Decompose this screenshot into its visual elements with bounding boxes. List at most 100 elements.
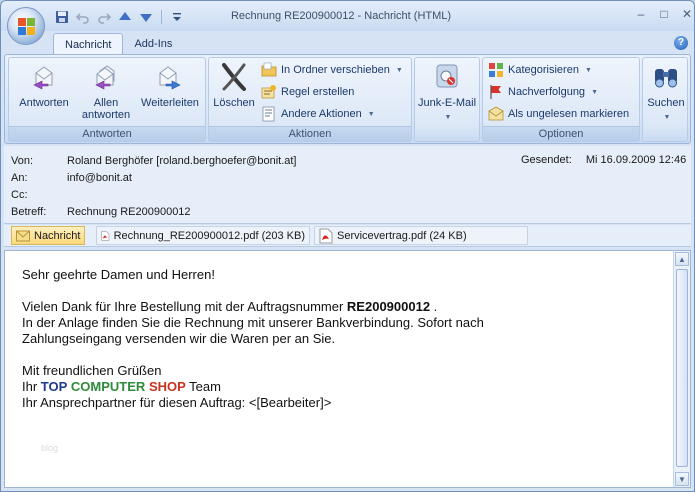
maximize-button[interactable]: □: [654, 7, 674, 21]
categorize-button[interactable]: Kategorisieren ▼: [488, 60, 592, 80]
attachment-item[interactable]: Rechnung_RE200900012.pdf (203 KB): [96, 226, 310, 245]
vertical-scrollbar[interactable]: ▲ ▼: [673, 251, 690, 487]
contact-line: Ihr Ansprechpartner für diesen Auftrag: …: [22, 395, 332, 410]
group-antworten: Antworten Allen antworten Weiterleiten A…: [8, 57, 206, 142]
flag-icon: [490, 85, 501, 99]
chevron-down-icon: ▼: [663, 114, 671, 121]
create-rule-label: Regel erstellen: [281, 86, 355, 98]
pdf-file-icon: [319, 228, 333, 243]
chevron-down-icon: ▼: [395, 66, 403, 74]
to-value[interactable]: info@bonit.at: [67, 172, 132, 184]
close-button[interactable]: ✕: [677, 7, 694, 21]
message-tab-label: Nachricht: [34, 229, 81, 242]
delete-button[interactable]: Löschen: [212, 61, 256, 109]
envelope-icon: [16, 230, 30, 241]
find-button[interactable]: Suchen ▼: [644, 61, 688, 124]
attachment-name: Servicevertrag.pdf (24 KB): [337, 229, 467, 242]
group-label-aktionen: Aktionen: [209, 126, 411, 141]
subject-label: Betreff:: [11, 206, 47, 218]
brand-shop: SHOP: [148, 379, 186, 394]
junk-email-button[interactable]: Junk-E-Mail ▼: [417, 61, 477, 124]
message-text: Sehr geehrte Damen und Herren! Vielen Da…: [22, 267, 484, 411]
reply-all-icon: [95, 65, 115, 90]
order-number: RE200900012: [346, 299, 431, 314]
junk-email-icon: [436, 64, 458, 88]
to-row: An: info@bonit.at: [11, 170, 132, 186]
previous-icon[interactable]: [116, 9, 134, 25]
message-tab[interactable]: Nachricht: [11, 226, 86, 245]
categorize-label: Kategorisieren: [508, 64, 579, 76]
cc-label: Cc:: [11, 189, 28, 201]
scroll-down-icon[interactable]: ▼: [675, 472, 689, 486]
subject-row: Betreff: Rechnung RE200900012: [11, 204, 191, 220]
reply-all-label-line1: Allen: [93, 97, 119, 109]
mark-unread-icon: [488, 106, 504, 121]
tab-add-ins[interactable]: Add-Ins: [123, 33, 183, 55]
group-label-antworten: Antworten: [9, 126, 205, 141]
title-bar: Rechnung RE200900012 - Nachricht (HTML) …: [1, 1, 694, 31]
forward-button[interactable]: Weiterleiten: [137, 61, 203, 109]
tab-nachricht[interactable]: Nachricht: [53, 33, 124, 55]
rule-icon: [261, 85, 276, 99]
next-icon[interactable]: [137, 9, 155, 25]
move-to-folder-label: In Ordner verschieben: [281, 64, 390, 76]
move-to-folder-button[interactable]: In Ordner verschieben ▼: [261, 60, 403, 80]
cc-row: Cc:: [11, 187, 67, 203]
office-logo-icon: [18, 18, 36, 36]
other-actions-label: Andere Aktionen: [281, 108, 362, 120]
sent-label: Gesendet:: [521, 154, 572, 166]
team-suffix: Team: [185, 379, 221, 394]
help-icon[interactable]: ?: [674, 36, 688, 50]
redo-icon[interactable]: [95, 9, 113, 25]
message-header: Von: Roland Berghöfer [roland.berghoefer@…: [4, 146, 691, 224]
scroll-thumb[interactable]: [676, 269, 688, 467]
delete-icon: [222, 63, 246, 91]
other-actions-icon: [262, 106, 275, 122]
categorize-icon: [489, 63, 503, 77]
from-label: Von:: [11, 155, 34, 167]
delete-label: Löschen: [213, 97, 255, 109]
reply-all-button[interactable]: Allen antworten: [75, 61, 137, 121]
to-label: An:: [11, 172, 28, 184]
folder-move-icon: [261, 62, 277, 77]
message-body[interactable]: Sehr geehrte Damen und Herren! Vielen Da…: [4, 250, 691, 488]
sent-row: Gesendet: Mi 16.09.2009 12:46: [521, 154, 686, 166]
other-actions-button[interactable]: Andere Aktionen ▼: [261, 104, 375, 124]
toolbar-separator: [161, 10, 162, 24]
office-button[interactable]: [7, 7, 45, 45]
reply-button[interactable]: Antworten: [13, 61, 75, 109]
forward-icon: [159, 66, 181, 90]
reply-label: Antworten: [19, 97, 69, 109]
quick-access-toolbar: [53, 8, 186, 26]
body-line: In der Anlage finden Sie die Rechnung mi…: [22, 315, 484, 330]
closing: Mit freundlichen Grüßen: [22, 363, 162, 378]
body-text-segment: Vielen Dank für Ihre Bestellung mit der …: [22, 299, 347, 314]
subject-value: Rechnung RE200900012: [67, 206, 191, 218]
chevron-down-icon: ▼: [591, 88, 598, 96]
group-suchen: Suchen ▼: [642, 57, 688, 142]
minimize-button[interactable]: –: [631, 7, 651, 21]
mark-unread-label: Als ungelesen markieren: [508, 108, 630, 120]
window-title: Rechnung RE200900012 - Nachricht (HTML): [230, 10, 452, 22]
brand-top: TOP: [40, 379, 68, 394]
forward-label: Weiterleiten: [141, 97, 199, 109]
followup-button[interactable]: Nachverfolgung ▼: [488, 82, 598, 102]
undo-icon[interactable]: [74, 9, 92, 25]
from-value[interactable]: Roland Berghöfer [roland.berghoefer@boni…: [67, 155, 296, 167]
binoculars-icon: [655, 69, 677, 88]
mark-unread-button[interactable]: Als ungelesen markieren: [488, 104, 629, 124]
body-text-segment: .: [430, 299, 438, 314]
pdf-file-icon: [101, 230, 110, 241]
greeting: Sehr geehrte Damen und Herren!: [22, 267, 215, 282]
group-label-optionen: Optionen: [483, 126, 639, 141]
create-rule-button[interactable]: Regel erstellen: [261, 82, 354, 102]
save-icon[interactable]: [53, 9, 71, 25]
body-line: Vielen Dank für Ihre Bestellung mit der …: [22, 299, 484, 315]
chevron-down-icon: ▼: [584, 66, 592, 74]
attachment-bar: Nachricht Rechnung_RE200900012.pdf (203 …: [4, 225, 691, 247]
attachment-item[interactable]: Servicevertrag.pdf (24 KB): [314, 226, 528, 245]
scroll-up-icon[interactable]: ▲: [675, 252, 689, 266]
chevron-down-icon: ▼: [444, 114, 452, 121]
team-line: Ihr TOP COMPUTER SHOP Team: [22, 379, 484, 395]
group-aktionen: Löschen In Ordner verschieben ▼ Regel er…: [208, 57, 412, 142]
